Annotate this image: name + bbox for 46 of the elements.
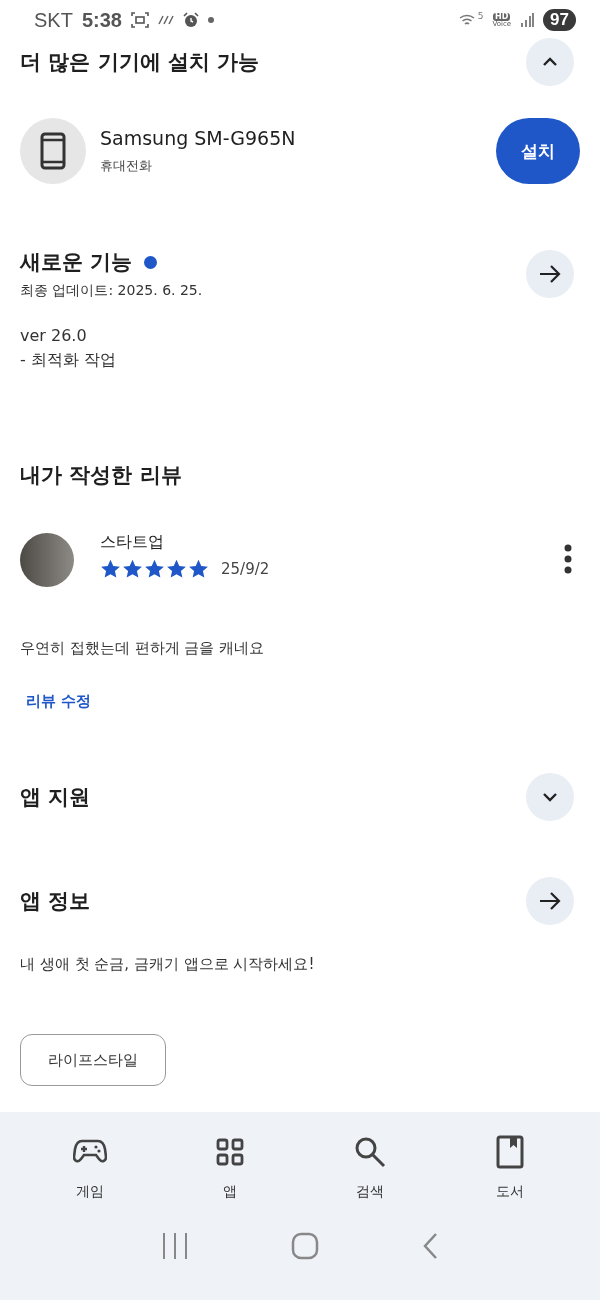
nav-tab[interactable]: 도서: [460, 1134, 560, 1202]
back-icon[interactable]: [422, 1232, 439, 1260]
release-note: - 최적화 작업: [20, 350, 117, 371]
more-icon: [564, 543, 572, 574]
home-icon[interactable]: [291, 1232, 319, 1260]
avatar: [20, 533, 74, 587]
stripes-icon: [157, 15, 174, 25]
review-text: 우연히 접했는데 편하게 금을 캐네요: [20, 639, 266, 658]
section-title: 앱 지원: [20, 784, 91, 811]
review-date: 25/9/2: [221, 559, 270, 578]
battery-level: 97: [543, 9, 576, 31]
expand-button[interactable]: [526, 773, 574, 821]
collapse-button[interactable]: [526, 38, 574, 86]
notification-dot: [207, 17, 214, 23]
clock: 5:38: [81, 8, 122, 32]
nav-tab[interactable]: 검색: [320, 1134, 420, 1202]
chevron-icon: [541, 56, 559, 68]
signal-icon: [520, 13, 535, 27]
network-label: 5: [477, 11, 484, 21]
arrow-button[interactable]: [526, 250, 574, 298]
arrow-icon: [539, 264, 561, 284]
arrow-icon: [539, 891, 561, 911]
section-title: 새로운 기능: [20, 249, 133, 276]
wifi-icon: [458, 13, 477, 27]
install-button[interactable]: 설치: [496, 118, 580, 184]
section-title: 앱 정보: [20, 888, 91, 915]
carrier: SKT: [34, 8, 73, 32]
release-note: ver 26.0: [20, 326, 88, 345]
app-description: 내 생애 첫 순금, 금캐기 앱으로 시작하세요!: [20, 955, 316, 974]
book-icon: [496, 1135, 524, 1169]
search-icon: [354, 1135, 386, 1169]
device-type: 휴대전화: [100, 157, 153, 175]
reviewer-name: 스타트업: [100, 531, 165, 553]
alarm-icon: [182, 12, 199, 28]
category-chip[interactable]: 라이프스타일: [20, 1034, 166, 1086]
nav-tab[interactable]: 게임: [40, 1134, 140, 1202]
screenshot-icon: [130, 12, 149, 28]
section-title: 더 많은 기기에 설치 가능: [20, 49, 260, 76]
chevron-icon: [541, 791, 559, 803]
update-date: 최종 업데이트: 2025. 6. 25.: [20, 282, 203, 300]
arrow-button[interactable]: [526, 877, 574, 925]
device-name: Samsung SM-G965N: [100, 127, 297, 149]
nav-tab[interactable]: 앱: [180, 1134, 280, 1202]
section-title: 내가 작성한 리뷰: [20, 462, 183, 489]
edit-review-link[interactable]: 리뷰 수정: [26, 692, 92, 711]
recent-apps-icon[interactable]: [161, 1233, 188, 1259]
